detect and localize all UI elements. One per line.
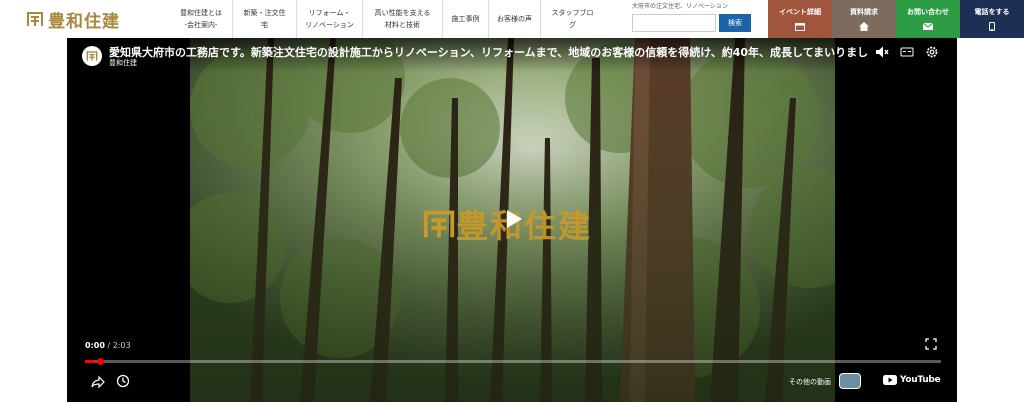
settings-icon[interactable]: [925, 45, 939, 59]
event-button[interactable]: イベント詳細: [768, 0, 832, 38]
nav-item-voices[interactable]: お客様の声: [488, 0, 540, 38]
site-logo[interactable]: 豊和住建: [26, 8, 120, 32]
fullscreen-icon[interactable]: [925, 338, 937, 350]
youtube-logo[interactable]: YouTube: [883, 375, 941, 385]
calendar-icon: [795, 23, 805, 31]
search-button[interactable]: 検索: [719, 14, 751, 32]
captions-icon[interactable]: [900, 45, 914, 59]
home-icon: [859, 22, 869, 31]
more-videos-label[interactable]: その他の動画: [789, 377, 831, 387]
progress-fill: [85, 360, 94, 363]
search-label: 大府市の注文住宅、リノベーション: [632, 3, 728, 10]
nav-item-reform[interactable]: リフォーム・ リノベーション: [296, 0, 362, 38]
contact-button[interactable]: お問い合わせ: [896, 0, 960, 38]
current-time: 0:00: [85, 341, 105, 350]
channel-avatar[interactable]: [82, 46, 102, 66]
channel-logo-icon: [86, 51, 98, 61]
youtube-play-icon: [883, 375, 897, 385]
phone-button[interactable]: 電話をする: [960, 0, 1024, 38]
nav-item-about[interactable]: 豊和住建とは -会社案内-: [170, 0, 232, 38]
progress-scrubber[interactable]: [96, 358, 104, 365]
logo-text: 豊和住建: [48, 11, 120, 32]
play-icon[interactable]: [500, 206, 526, 232]
nav-item-blog[interactable]: スタッフブログ: [540, 0, 604, 38]
request-docs-label: 資料請求: [850, 8, 878, 16]
duration: / 2:03: [107, 341, 131, 350]
nav-item-works[interactable]: 施工事例: [442, 0, 488, 38]
time-display: 0:00 / 2:03: [85, 341, 131, 350]
logo-mark-icon: [27, 12, 43, 26]
channel-name[interactable]: 豊和住建: [109, 58, 137, 68]
watermark-mark-icon: [423, 210, 455, 238]
mail-icon: [923, 22, 933, 30]
main-nav: 豊和住建とは -会社案内- 新築・注文住宅 リフォーム・ リノベーション 高い性…: [170, 0, 604, 38]
clock-icon[interactable]: [116, 374, 130, 388]
nav-item-new-build[interactable]: 新築・注文住宅: [232, 0, 296, 38]
video-title[interactable]: 愛知県大府市の工務店です。新築注文住宅の設計施工からリノベーション、リフォームま…: [109, 44, 869, 60]
phone-label: 電話をする: [974, 8, 1010, 16]
phone-icon: [989, 22, 995, 31]
more-videos-thumbnail[interactable]: [839, 373, 861, 389]
search-input[interactable]: [632, 14, 716, 32]
contact-label: お問い合わせ: [907, 8, 949, 16]
youtube-logo-text: YouTube: [900, 375, 941, 385]
request-docs-button[interactable]: 資料請求: [832, 0, 896, 38]
nav-item-materials[interactable]: 高い性能を支える 材料と技術: [362, 0, 442, 38]
search-box: 大府市の注文住宅、リノベーション 検索: [632, 2, 754, 32]
progress-bar[interactable]: [85, 358, 941, 365]
share-icon[interactable]: [91, 375, 105, 389]
video-player[interactable]: 愛知県大府市の工務店です。新築注文住宅の設計施工からリノベーション、リフォームま…: [67, 38, 957, 402]
mute-icon[interactable]: [875, 45, 889, 59]
event-label: イベント詳細: [779, 8, 821, 16]
site-header: 豊和住建 豊和住建とは -会社案内- 新築・注文住宅 リフォーム・ リノベーショ…: [0, 0, 1024, 38]
